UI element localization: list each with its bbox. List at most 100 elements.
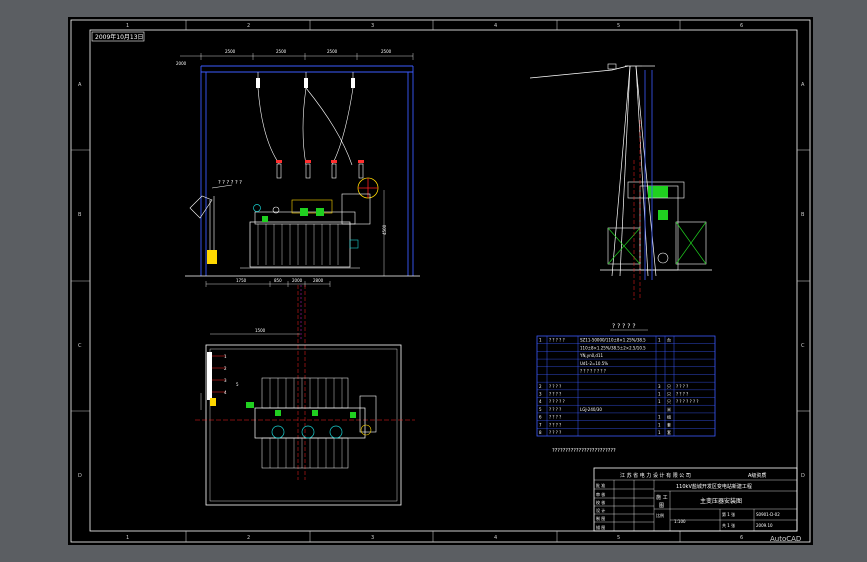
- parts-cell-spec: ? ? ? ? ? ? ? ?: [580, 368, 606, 373]
- parts-cell-name: ? ? ? ?: [549, 422, 561, 427]
- parts-footnote: ????????????????????????: [552, 448, 616, 454]
- project-name: 110kV盐城开发区变电站新建工程: [676, 483, 752, 490]
- col-label-top: 5: [617, 23, 620, 29]
- app-watermark: AutoCAD: [770, 535, 802, 543]
- col-label-top: 2: [247, 23, 250, 29]
- dim-top-0: 2000: [176, 61, 187, 66]
- col-label-top: 6: [740, 23, 743, 29]
- parts-cell-unit: 台: [667, 337, 671, 343]
- parts-cell-spec: YN,yn0,d11: [579, 353, 604, 358]
- parts-cell-note: ? ? ? ? ? ? ?: [676, 399, 699, 404]
- parts-cell-no: 3: [539, 392, 542, 397]
- scale-label: 比例: [656, 512, 664, 518]
- col-label-bottom: 5: [617, 535, 620, 541]
- col-label-bottom: 2: [247, 535, 250, 541]
- parts-cell-unit: 套: [667, 421, 671, 427]
- parts-cell-no: 8: [539, 430, 542, 435]
- parts-cell-unit: 只: [667, 392, 671, 397]
- dim-plan-width: 1500: [255, 328, 266, 333]
- dim-top-2: 2500: [276, 49, 287, 54]
- parts-cell-name: ? ? ? ? ?: [549, 338, 565, 343]
- frame-zone-labels: 1 2 3 4 5 6 1 2 3 4 5 6 A B C D A B C D: [78, 23, 805, 541]
- dim-bottom-1: 850: [274, 278, 282, 283]
- col-label-top: 1: [126, 23, 129, 29]
- col-label-bottom: 4: [494, 535, 497, 541]
- parts-cell-unit: 只: [667, 384, 671, 389]
- parts-cell-note: ? ? ? ?: [676, 384, 688, 389]
- parts-cell-no: 1: [539, 338, 542, 343]
- sheet-label: 第 1 张: [722, 511, 735, 517]
- svg-text:5: 5: [236, 382, 239, 387]
- svg-text:1: 1: [224, 354, 227, 359]
- date-stamp: 2009年10月13日: [91, 31, 145, 42]
- parts-cell-qty: 3: [658, 384, 661, 389]
- sheet-value: 共 1 张: [722, 522, 735, 528]
- svg-text:2: 2: [224, 366, 227, 371]
- drawing-date: 2009.10: [756, 523, 773, 528]
- parts-list: ? ? ? ? ? 1 ? ? ? ? ? SZ11-50000/110±8×1.2…: [536, 323, 716, 454]
- scale-value: 1:100: [674, 519, 686, 524]
- parts-cell-qty: 1: [658, 415, 661, 420]
- col-label-top: 4: [494, 23, 497, 29]
- parts-cell-no: 6: [539, 415, 542, 420]
- row-label-right: B: [801, 212, 805, 218]
- row-label-left: A: [78, 82, 82, 88]
- svg-text:3: 3: [224, 378, 227, 383]
- title-block: 江 苏 省 电 力 设 计 有 限 公 司 A级资质 110kV盐城开发区变电站…: [593, 467, 798, 532]
- row-label-right: D: [801, 473, 805, 479]
- cad-viewport[interactable]: 1 2 3 4 5 6 1 2 3 4 5 6 A B C D A B C D …: [0, 0, 867, 562]
- col-label-bottom: 1: [126, 535, 129, 541]
- parts-cell-unit: 米: [667, 406, 671, 412]
- parts-cell-no: 4: [539, 399, 542, 404]
- parts-cell-note: ? ? ? ?: [676, 392, 688, 397]
- row-label-right: A: [801, 82, 805, 88]
- col-label-top: 3: [371, 23, 374, 29]
- role-row: 描 图: [596, 524, 605, 530]
- parts-cell-name: ? ? ? ?: [549, 384, 561, 389]
- row-label-left: D: [78, 473, 82, 479]
- parts-cell-spec: LGJ-240/30: [580, 407, 602, 412]
- cert-label: A级资质: [748, 472, 766, 479]
- dim-bottom-3: 2800: [313, 278, 324, 283]
- parts-cell-spec: SZ11-50000/110±8×1.25%/38.5: [580, 338, 646, 343]
- dim-right-height: 4500: [382, 224, 387, 235]
- row-label-left: B: [78, 212, 82, 218]
- col-label-bottom: 6: [740, 535, 743, 541]
- role-row: 制 图: [596, 515, 605, 521]
- front-elevation-view: 2500 2500 2500 2500 2000 ? ? ? ? ? ? 450…: [176, 49, 420, 480]
- dim-top-4: 2500: [381, 49, 392, 54]
- row-label-right: C: [801, 343, 805, 349]
- row-label-left: C: [78, 343, 82, 349]
- dim-bottom-2: 2000: [292, 278, 303, 283]
- company-name: 江 苏 省 电 力 设 计 有 限 公 司: [620, 472, 691, 479]
- parts-cell-name: ? ? ? ?: [549, 430, 561, 435]
- svg-text:2009年10月13日: 2009年10月13日: [95, 33, 144, 41]
- drawing-frame: [70, 19, 811, 543]
- parts-cell-qty: 1: [658, 430, 661, 435]
- role-row: 批 准: [596, 482, 605, 488]
- parts-cell-unit: 组: [667, 414, 671, 420]
- svg-text:4: 4: [224, 390, 227, 395]
- parts-cell-no: 5: [539, 407, 542, 412]
- parts-cell-qty: 1: [658, 422, 661, 427]
- parts-cell-qty: 1: [658, 392, 661, 397]
- parts-cell-name: ? ? ? ?: [549, 415, 561, 420]
- parts-cell-unit: 只: [667, 399, 671, 404]
- parts-cell-name: ? ? ? ?: [549, 392, 561, 397]
- parts-cell-name: ? ? ? ?: [549, 407, 561, 412]
- parts-cell-qty: 1: [658, 399, 661, 404]
- parts-cell-name: ? ? ? ? ?: [549, 399, 565, 404]
- parts-title: ? ? ? ? ?: [612, 323, 636, 330]
- drawing-name: 主变压器安装图: [700, 497, 742, 505]
- side-elevation-view: [529, 63, 712, 300]
- arrester-label: ? ? ? ? ? ?: [218, 180, 242, 186]
- col-label-bottom: 3: [371, 535, 374, 541]
- parts-cell-no: 2: [539, 384, 542, 389]
- transformer-installation-drawing: 1 2 3 4 5 6 1 2 3 4 5 6 A B C D A B C D …: [70, 19, 811, 543]
- stage-value: 图: [659, 503, 664, 509]
- dim-top-1: 2500: [225, 49, 236, 54]
- role-row: 设 计: [596, 507, 605, 513]
- parts-cell-spec: 110±8×1.25%/38.5±2×2.5/10.5: [580, 345, 646, 350]
- dim-top-3: 2500: [327, 49, 338, 54]
- parts-cell-unit: 套: [667, 429, 671, 435]
